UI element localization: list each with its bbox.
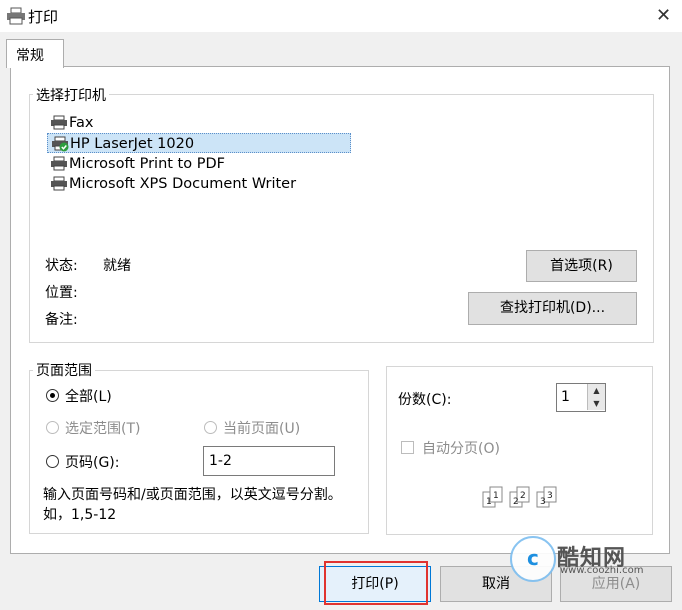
printer-icon bbox=[7, 7, 25, 25]
radio-current-page[interactable] bbox=[204, 421, 217, 434]
window-title: 打印 bbox=[28, 8, 59, 26]
title-bar bbox=[0, 0, 682, 32]
tab-label: 常规 bbox=[16, 48, 44, 64]
collate-checkbox[interactable] bbox=[401, 441, 414, 454]
collate-digit: 1 bbox=[486, 497, 492, 507]
close-icon[interactable]: ✕ bbox=[645, 0, 682, 32]
location-label: 位置: bbox=[45, 285, 78, 301]
radio-all-label: 全部(L) bbox=[65, 389, 112, 405]
radio-all[interactable] bbox=[46, 389, 59, 402]
printer-name: Microsoft XPS Document Writer bbox=[69, 176, 297, 192]
collate-pages-icon: 1 1 2 2 3 3 bbox=[482, 486, 557, 508]
collate-label: 自动分页(O) bbox=[422, 441, 500, 457]
status-value: 就绪 bbox=[103, 258, 131, 274]
page-range-title: 页面范围 bbox=[33, 360, 95, 380]
tab-general[interactable]: 常规 bbox=[6, 39, 64, 68]
printer-name: Microsoft Print to PDF bbox=[69, 156, 225, 172]
spin-up-icon[interactable]: ▲ bbox=[587, 384, 605, 397]
radio-pages-label: 页码(G): bbox=[65, 455, 120, 471]
preferences-button[interactable]: 首选项(R) bbox=[526, 250, 637, 282]
comment-label: 备注: bbox=[45, 312, 78, 328]
collate-digit: 3 bbox=[540, 497, 546, 507]
watermark-url: www.coozhi.com bbox=[560, 565, 644, 576]
printer-group-title: 选择打印机 bbox=[33, 85, 109, 105]
printer-item-fax[interactable]: Fax bbox=[47, 113, 347, 133]
copies-value: 1 bbox=[561, 389, 570, 405]
pages-input[interactable]: 1-2 bbox=[203, 446, 335, 476]
print-button-highlight bbox=[324, 561, 428, 605]
find-printer-button[interactable]: 查找打印机(D)... bbox=[468, 292, 637, 325]
collate-digit: 2 bbox=[520, 491, 526, 501]
printer-item-microsoft-xps[interactable]: Microsoft XPS Document Writer bbox=[47, 174, 347, 194]
printer-icon bbox=[51, 176, 67, 191]
collate-digit: 1 bbox=[493, 491, 499, 501]
radio-pages[interactable] bbox=[46, 455, 59, 468]
printer-item-microsoft-pdf[interactable]: Microsoft Print to PDF bbox=[47, 154, 347, 174]
page-range-hint: 输入页面号码和/或页面范围，以英文逗号分割。如，1,5-12 bbox=[43, 487, 342, 523]
printer-name: Fax bbox=[69, 115, 94, 131]
radio-selection-label: 选定范围(T) bbox=[65, 421, 141, 437]
watermark-logo-letter: c bbox=[527, 546, 539, 570]
status-label: 状态: bbox=[45, 258, 78, 274]
radio-selection[interactable] bbox=[46, 421, 59, 434]
printer-icon bbox=[51, 156, 67, 171]
copies-label: 份数(C): bbox=[398, 392, 452, 408]
spin-down-icon[interactable]: ▼ bbox=[587, 397, 605, 410]
printer-item-hp-laserjet[interactable]: HP LaserJet 1020 bbox=[47, 133, 351, 153]
radio-current-page-label: 当前页面(U) bbox=[223, 421, 301, 437]
default-printer-icon bbox=[52, 136, 69, 152]
printer-name: HP LaserJet 1020 bbox=[70, 136, 195, 152]
collate-digit: 3 bbox=[547, 491, 553, 501]
collate-digit: 2 bbox=[513, 497, 519, 507]
fax-printer-icon bbox=[51, 115, 67, 130]
